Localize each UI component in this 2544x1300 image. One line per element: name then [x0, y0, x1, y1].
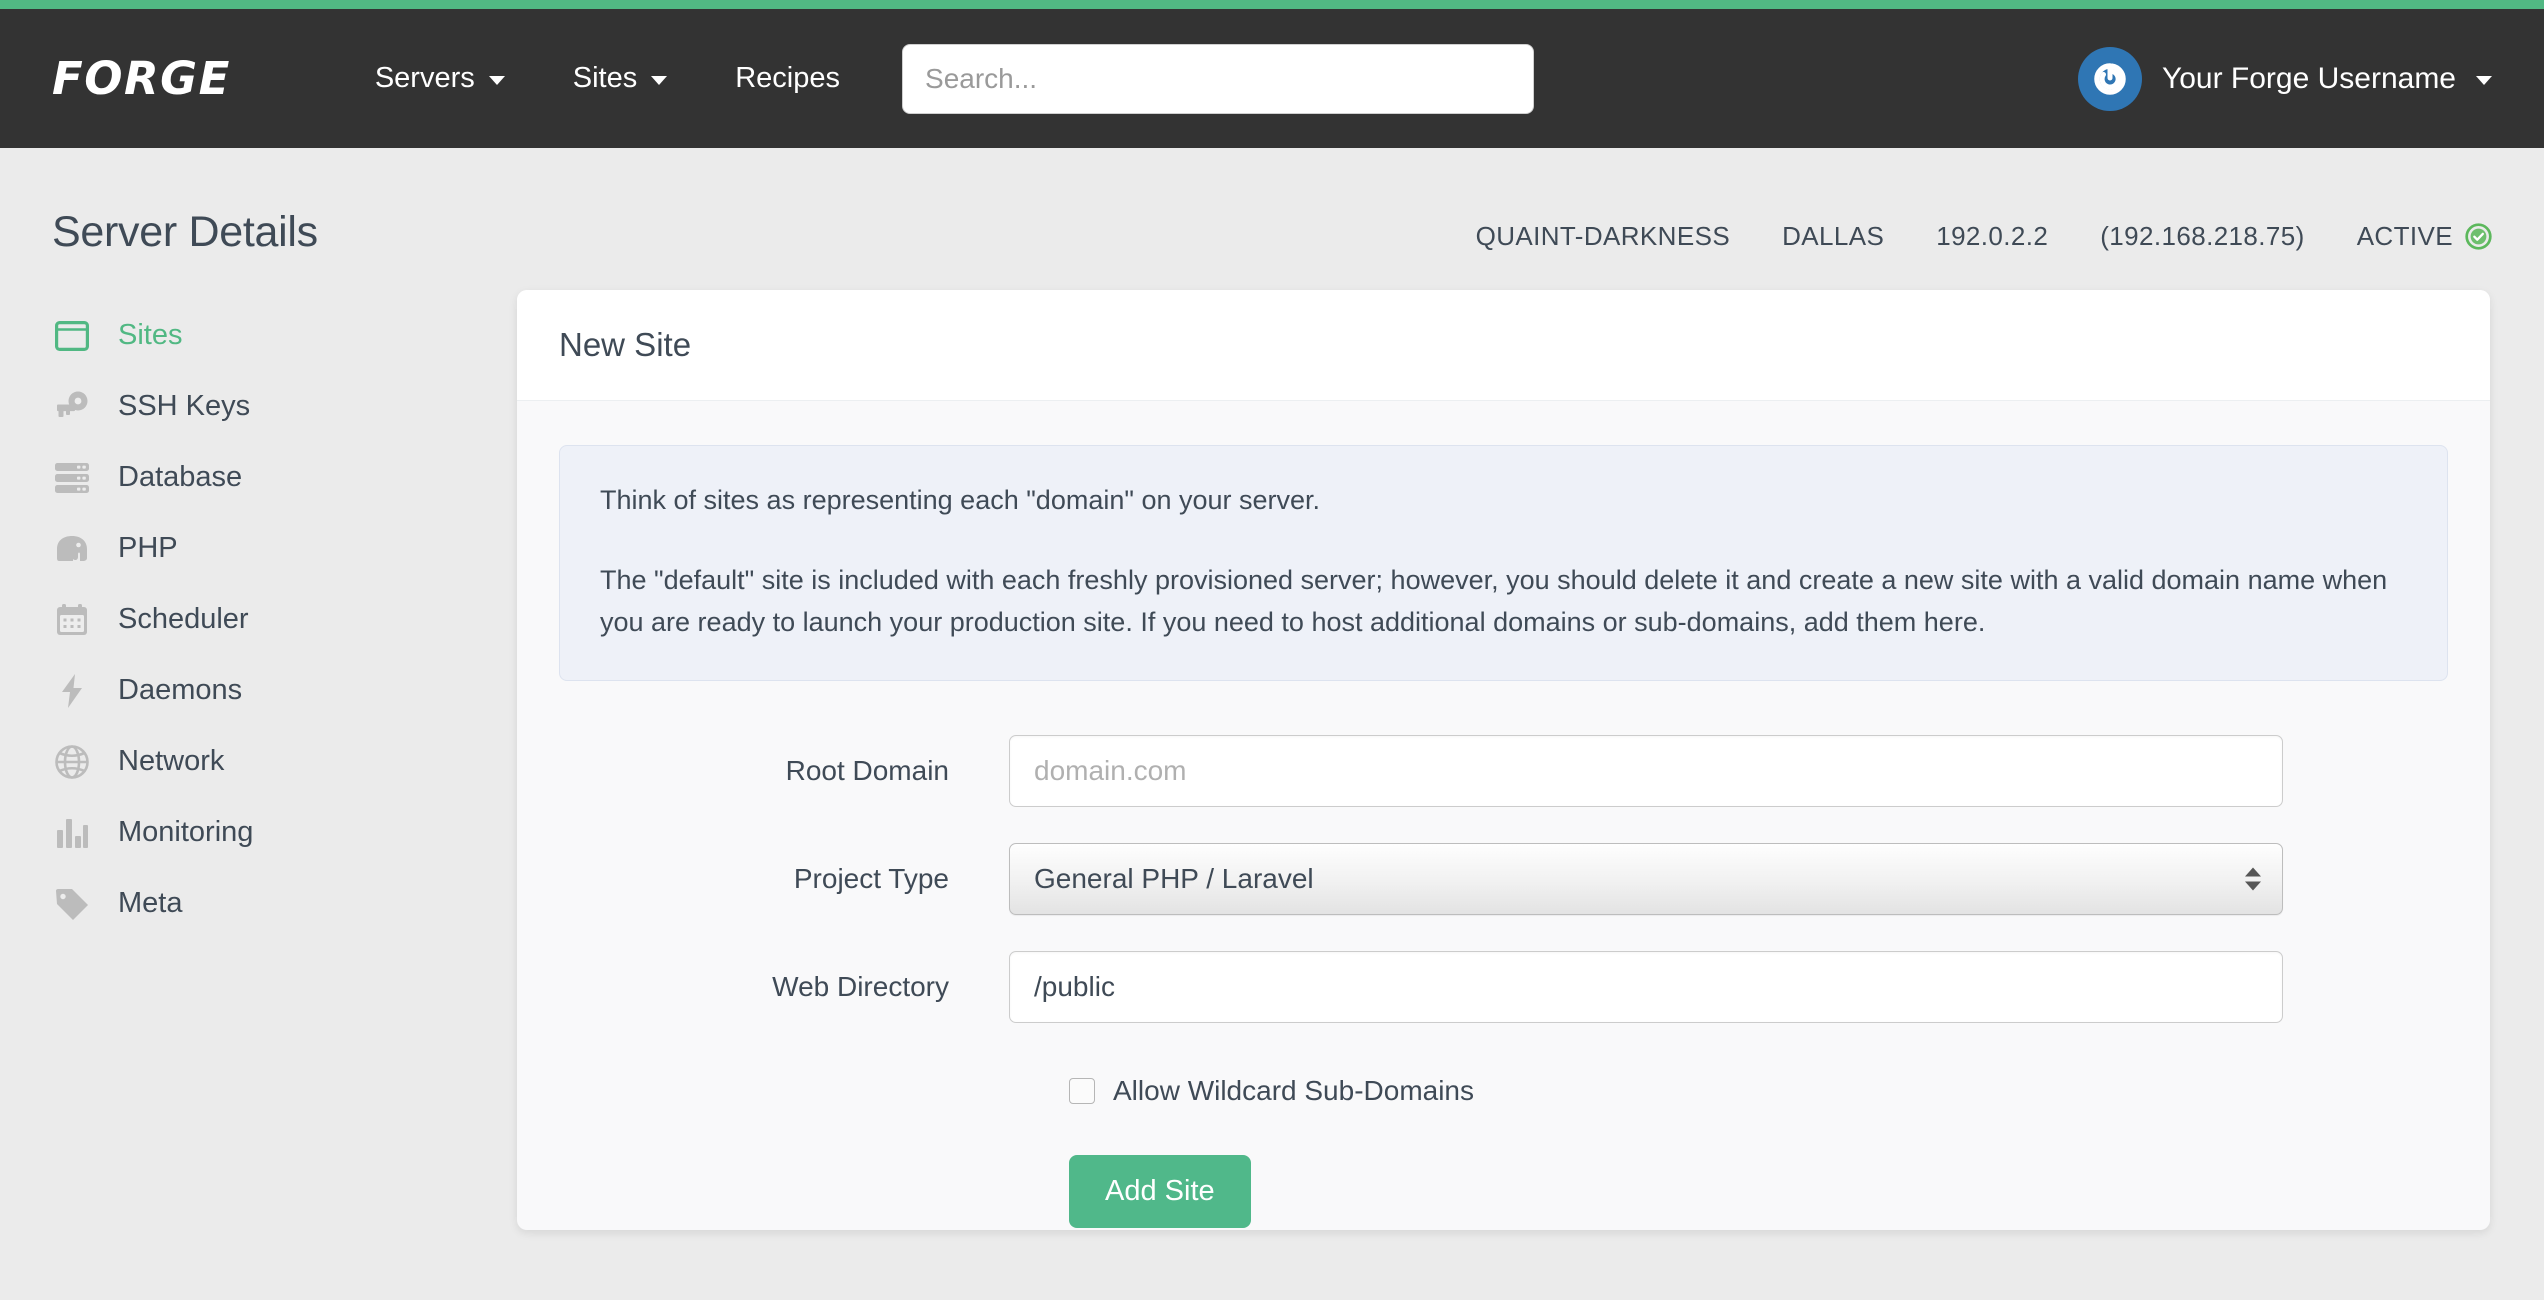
- sidebar-item-meta-label: Meta: [118, 887, 183, 919]
- sidebar-item-ssh-keys[interactable]: SSH Keys: [52, 371, 467, 442]
- card-header: New Site: [517, 290, 2490, 401]
- bar-chart-icon: [52, 813, 92, 853]
- chevron-down-icon: [488, 76, 505, 85]
- sidebar-item-scheduler-label: Scheduler: [118, 603, 249, 635]
- user-menu-label: Your Forge Username: [2161, 61, 2456, 95]
- sidebar-item-php[interactable]: PHP: [52, 513, 467, 584]
- nav-item-recipes-label: Recipes: [735, 62, 841, 94]
- card-title: New Site: [559, 326, 692, 363]
- nav-item-servers-label: Servers: [374, 62, 475, 94]
- server-rack-icon: [52, 458, 92, 498]
- nav-item-servers[interactable]: Servers: [341, 62, 539, 95]
- root-domain-label: Root Domain: [785, 754, 949, 786]
- card-body: Think of sites as representing each "dom…: [517, 401, 2490, 1228]
- sidebar-item-daemons-label: Daemons: [118, 674, 243, 706]
- sidebar-item-database[interactable]: Database: [52, 442, 467, 513]
- power-swirl-avatar-icon: [2077, 46, 2142, 111]
- sidebar-item-ssh-keys-label: SSH Keys: [118, 390, 251, 422]
- add-site-button[interactable]: Add Site: [1069, 1154, 1251, 1228]
- primary-nav: Servers Sites Recipes: [341, 62, 874, 95]
- sidebar-item-sites[interactable]: Sites: [52, 300, 467, 371]
- search-container: [902, 43, 1535, 114]
- top-navbar: FORGE Servers Sites Recipes Your Forge U…: [0, 9, 2544, 148]
- sidebar-item-network-label: Network: [118, 745, 225, 777]
- forge-logo[interactable]: FORGE: [52, 52, 231, 105]
- alert-paragraph-1: Think of sites as representing each "dom…: [600, 485, 1321, 515]
- chevron-down-icon: [2476, 76, 2492, 85]
- browser-window-icon: [52, 316, 92, 356]
- status-badge: ACTIVE: [2331, 221, 2492, 252]
- sidebar-item-meta[interactable]: Meta: [52, 868, 467, 939]
- calendar-icon: [52, 600, 92, 640]
- wildcard-checkbox[interactable]: [1069, 1077, 1095, 1104]
- server-meta-bar: QUAINT-DARKNESS DALLAS 192.0.2.2 (192.16…: [1450, 221, 2492, 252]
- submit-row: Add Site: [1069, 1154, 2448, 1228]
- nav-item-sites-label: Sites: [572, 62, 638, 94]
- sidebar-item-daemons[interactable]: Daemons: [52, 655, 467, 726]
- page-title: Server Details: [52, 207, 318, 256]
- sidebar-item-database-label: Database: [118, 461, 243, 493]
- nav-item-recipes[interactable]: Recipes: [701, 62, 874, 95]
- nav-item-sites[interactable]: Sites: [539, 62, 701, 95]
- wildcard-checkbox-label[interactable]: Allow Wildcard Sub-Domains: [1113, 1075, 1474, 1107]
- page-header: Server Details QUAINT-DARKNESS DALLAS 19…: [0, 148, 2544, 268]
- status-badge-label: ACTIVE: [2356, 220, 2453, 251]
- server-private-ip: (192.168.218.75): [2100, 220, 2305, 251]
- search-input[interactable]: [902, 43, 1535, 114]
- server-public-ip: 192.0.2.2: [1936, 220, 2049, 251]
- tag-icon: [52, 884, 92, 924]
- web-directory-label: Web Directory: [772, 970, 949, 1002]
- root-domain-input[interactable]: [1009, 734, 2283, 807]
- project-type-selected-value: General PHP / Laravel: [1034, 862, 1314, 894]
- sidebar-item-network[interactable]: Network: [52, 726, 467, 797]
- sidebar: Sites SSH Keys Database PHP Scheduler Da…: [52, 290, 467, 1230]
- project-type-row: Project Type General PHP / Laravel: [559, 842, 2448, 915]
- sidebar-item-scheduler[interactable]: Scheduler: [52, 584, 467, 655]
- main-layout: Sites SSH Keys Database PHP Scheduler Da…: [0, 268, 2544, 1230]
- key-icon: [52, 387, 92, 427]
- globe-icon: [52, 742, 92, 782]
- user-menu[interactable]: Your Forge Username: [2077, 46, 2492, 111]
- project-type-select[interactable]: General PHP / Laravel: [1009, 842, 2283, 915]
- server-name: QUAINT-DARKNESS: [1475, 220, 1731, 251]
- project-type-label: Project Type: [793, 862, 949, 894]
- new-site-card: New Site Think of sites as representing …: [517, 290, 2490, 1230]
- info-alert: Think of sites as representing each "dom…: [559, 445, 2448, 681]
- server-region: DALLAS: [1782, 220, 1885, 251]
- web-directory-input[interactable]: [1009, 950, 2283, 1023]
- top-accent-bar: [0, 0, 2544, 9]
- lightning-bolt-icon: [52, 671, 92, 711]
- sidebar-item-monitoring[interactable]: Monitoring: [52, 797, 467, 868]
- sidebar-item-sites-label: Sites: [118, 319, 183, 351]
- sidebar-item-php-label: PHP: [118, 532, 178, 564]
- root-domain-row: Root Domain: [559, 734, 2448, 807]
- sidebar-item-monitoring-label: Monitoring: [118, 816, 254, 848]
- chevron-down-icon: [651, 76, 668, 85]
- wildcard-checkbox-row: Allow Wildcard Sub-Domains: [1069, 1075, 2448, 1107]
- project-type-select-wrap: General PHP / Laravel: [1009, 842, 2283, 915]
- new-site-form: Root Domain Project Type General PHP / L…: [559, 681, 2448, 1228]
- alert-paragraph-2: The "default" site is included with each…: [600, 564, 2388, 637]
- web-directory-row: Web Directory: [559, 950, 2448, 1023]
- elephant-icon: [52, 529, 92, 569]
- check-circle-icon: [2465, 222, 2492, 250]
